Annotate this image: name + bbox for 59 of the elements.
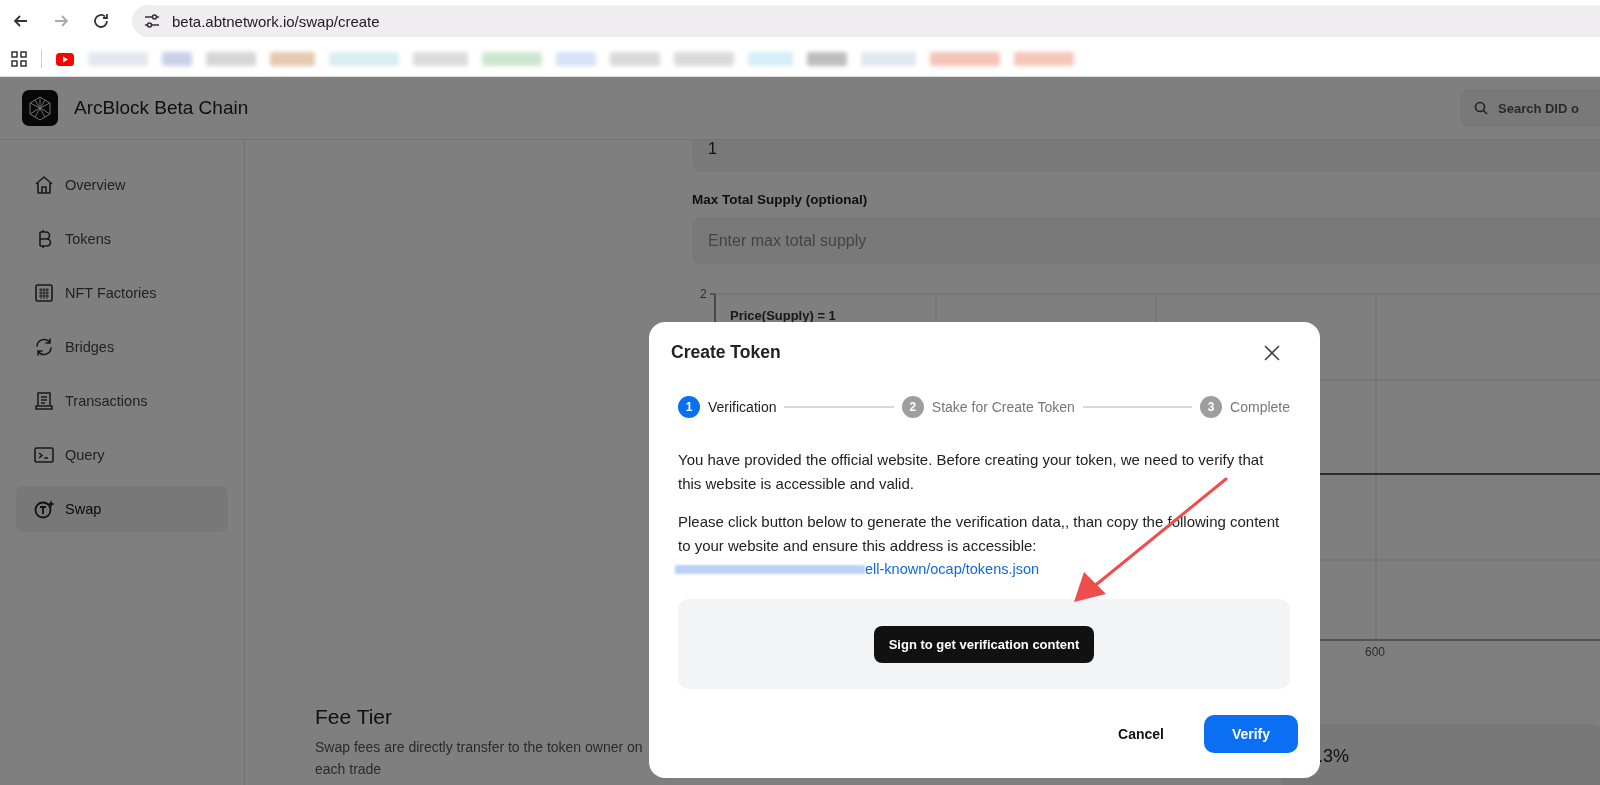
logo-icon: [22, 90, 58, 126]
address-link[interactable]: ell-known/ocap/tokens.json: [865, 558, 1040, 581]
blurred-bookmark[interactable]: [1014, 52, 1074, 66]
url-text: beta.abtnetwork.io/swap/create: [172, 12, 380, 30]
blurred-bookmark[interactable]: [861, 52, 916, 66]
step-number: 1: [678, 396, 700, 418]
step-label: Stake for Create Token: [931, 399, 1075, 415]
address-bar[interactable]: beta.abtnetwork.io/swap/create: [132, 5, 1600, 37]
sidebar-item[interactable]: Overview: [16, 162, 228, 208]
sidebar-item[interactable]: Query: [16, 432, 228, 478]
field-label: Max Total Supply (optional): [692, 192, 869, 207]
blurred-bookmark[interactable]: [930, 52, 1000, 66]
axis-tick-label: 2: [700, 287, 707, 301]
search-field[interactable]: Search DID o: [1460, 89, 1600, 127]
chart-formula: Price(Supply) = 1: [730, 308, 836, 323]
reload-icon[interactable]: [92, 12, 110, 30]
sign-button[interactable]: Sign to get verification content: [873, 625, 1095, 663]
terminal-icon: [33, 444, 55, 466]
axis-tick-label: 600: [1365, 645, 1386, 659]
blurred-bookmark[interactable]: [413, 52, 468, 66]
step-number: 2: [901, 396, 924, 418]
sidebar-item[interactable]: Tokens: [16, 216, 228, 262]
blurred-bookmark[interactable]: [329, 52, 399, 66]
blurred-bookmark[interactable]: [807, 52, 847, 66]
blurred-bookmark[interactable]: [556, 52, 596, 66]
apps-grid-icon[interactable]: [11, 51, 27, 67]
cancel-button[interactable]: Cancel: [1112, 725, 1170, 743]
receipt-icon: [33, 390, 55, 412]
step-label: Verification: [708, 399, 777, 415]
sidebar-item[interactable]: Swap: [16, 486, 228, 532]
sidebar-item[interactable]: NFT Factories: [16, 270, 228, 316]
blurred-bookmark[interactable]: [748, 52, 793, 66]
close-icon[interactable]: [1264, 344, 1280, 361]
refresh-icon: [33, 336, 55, 358]
blurred-bookmark[interactable]: [270, 52, 315, 66]
blurred-bookmark[interactable]: [206, 52, 256, 66]
step-label: Complete: [1230, 399, 1290, 415]
fee-option-card[interactable]: .3%: [1282, 724, 1600, 785]
sidebar-item[interactable]: Bridges: [16, 324, 228, 370]
blurred-bookmark[interactable]: [88, 52, 148, 66]
supply-field[interactable]: 1: [692, 140, 1600, 172]
blurred-bookmark[interactable]: [674, 52, 734, 66]
dialog-text: You have provided the official website. Before creating your token, we need to verify that this website is accessible and valid.: [677, 450, 1265, 494]
verify-button[interactable]: Verify: [1204, 715, 1298, 753]
blurred-bookmark[interactable]: [610, 52, 660, 66]
section-description: Swap fees are directly transfer to the token owner on each trade: [315, 738, 644, 779]
sidebar-item[interactable]: Transactions: [16, 378, 228, 424]
app-title: ArcBlock Beta Chain: [74, 97, 250, 119]
section-heading: Fee Tier: [315, 705, 393, 729]
tune-icon[interactable]: [142, 11, 162, 31]
blurred-bookmark[interactable]: [162, 52, 192, 66]
search-icon: [1474, 101, 1488, 115]
blurred-bookmark[interactable]: [482, 52, 542, 66]
grid-icon: [33, 282, 55, 304]
coin-sparkle-icon: [33, 498, 55, 520]
home-icon: [33, 174, 55, 196]
video-play-icon[interactable]: [56, 52, 74, 66]
dialog-title: Create Token: [671, 342, 781, 363]
step-number: 3: [1200, 396, 1223, 418]
